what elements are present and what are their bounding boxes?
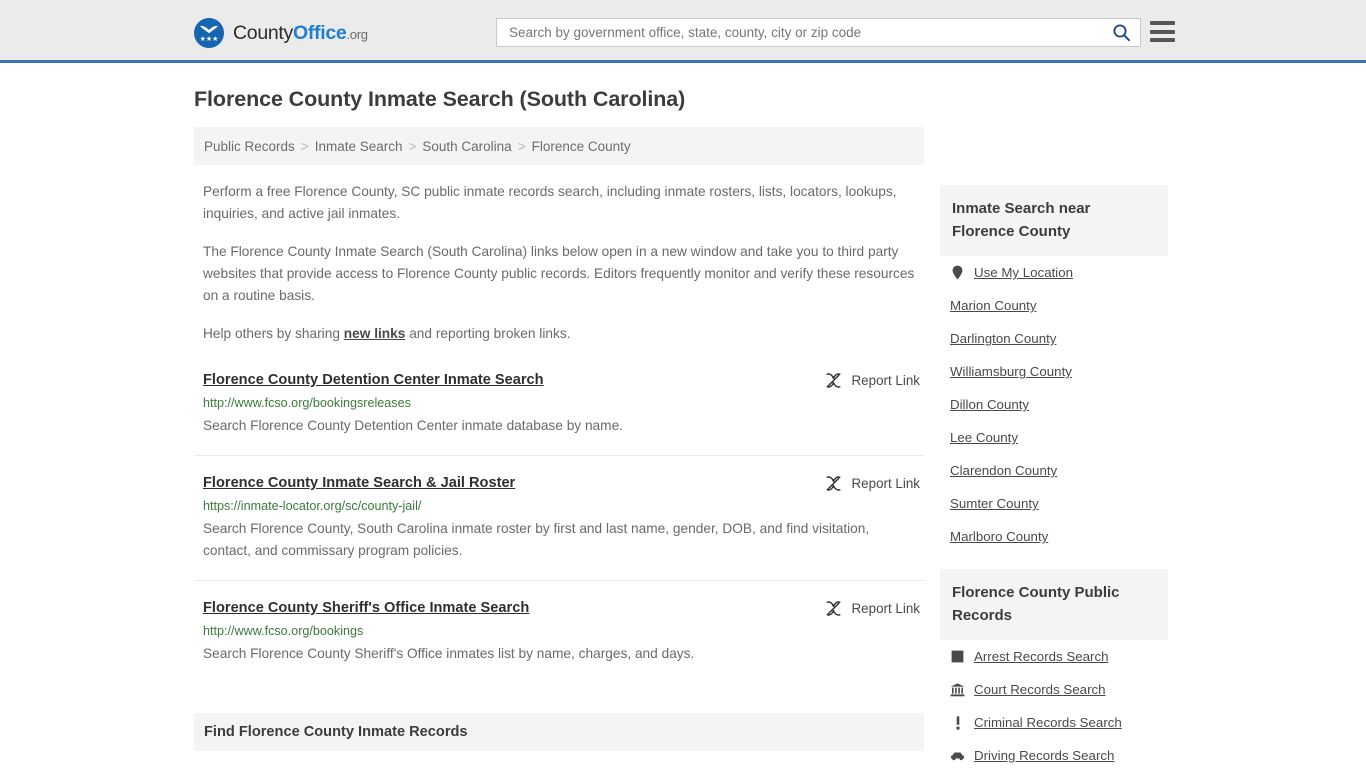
share-prefix: Help others by sharing (203, 326, 344, 341)
breadcrumb-item-south-carolina[interactable]: South Carolina (422, 139, 511, 154)
public-records-list: Arrest Records Search Court Records Sear… (940, 640, 1168, 768)
sidebar-link-label[interactable]: Dillon County (950, 397, 1029, 412)
search-input[interactable] (497, 19, 1102, 46)
result-url: http://www.fcso.org/bookingsreleases (203, 396, 411, 410)
description-paragraph: The Florence County Inmate Search (South… (203, 244, 915, 303)
countyoffice-logo-icon: ★★★ (194, 18, 224, 48)
result-description: Search Florence County Detention Center … (203, 418, 623, 433)
site-header: ★★★ CountyOffice.org (0, 0, 1366, 63)
result-title-link[interactable]: Florence County Inmate Search & Jail Ros… (203, 475, 515, 491)
breadcrumb-separator: > (408, 138, 417, 154)
result-title-link[interactable]: Florence County Detention Center Inmate … (203, 372, 544, 388)
result-description: Search Florence County, South Carolina i… (203, 521, 870, 558)
sidebar-item-criminal-records[interactable]: Criminal Records Search (940, 706, 1168, 739)
page-title: Florence County Inmate Search (South Car… (194, 87, 686, 111)
result-item: Florence County Inmate Search & Jail Ros… (194, 474, 924, 581)
share-suffix: and reporting broken links. (405, 326, 571, 341)
sidebar-link-label[interactable]: Clarendon County (950, 463, 1057, 478)
breadcrumb: Public Records > Inmate Search > South C… (194, 127, 924, 165)
courthouse-icon (950, 682, 965, 697)
result-url: https://inmate-locator.org/sc/county-jai… (203, 499, 422, 513)
breadcrumb-item-inmate-search[interactable]: Inmate Search (315, 139, 403, 154)
search-box[interactable] (496, 18, 1141, 47)
sidebar-item-marion-county[interactable]: Marion County (940, 289, 1168, 322)
report-link-button[interactable]: Report Link (825, 475, 920, 492)
result-title-link[interactable]: Florence County Sheriff's Office Inmate … (203, 600, 529, 616)
logo-text-office: Office (293, 21, 347, 44)
sidebar-link-label[interactable]: Williamsburg County (950, 364, 1072, 379)
breadcrumb-separator: > (517, 138, 526, 154)
logo-text-org: .org (346, 26, 368, 42)
sidebar-link-label[interactable]: Arrest Records Search (974, 649, 1109, 664)
main-content: Florence County Inmate Search (South Car… (194, 87, 924, 768)
sidebar: Inmate Search near Florence County Use M… (940, 185, 1168, 768)
nearby-county-list: Use My Location Marion County Darlington… (940, 256, 1168, 553)
sidebar-link-label[interactable]: Lee County (950, 430, 1018, 445)
sidebar-item-sumter-county[interactable]: Sumter County (940, 487, 1168, 520)
menu-button[interactable] (1150, 21, 1175, 42)
site-logo[interactable]: ★★★ CountyOffice.org (194, 18, 368, 48)
stars-icon: ★★★ (199, 36, 219, 43)
breadcrumb-separator: > (300, 138, 309, 154)
logo-text-county: County (233, 21, 293, 44)
sidebar-item-williamsburg-county[interactable]: Williamsburg County (940, 355, 1168, 388)
search-button[interactable] (1102, 19, 1140, 46)
sidebar-item-lee-county[interactable]: Lee County (940, 421, 1168, 454)
broken-link-icon (826, 373, 841, 388)
exclamation-icon (950, 715, 965, 730)
sidebar-item-driving-records[interactable]: Driving Records Search (940, 739, 1168, 768)
breadcrumb-item-florence-county[interactable]: Florence County (532, 139, 631, 154)
new-links-link[interactable]: new links (344, 326, 406, 341)
sidebar-link-label[interactable]: Court Records Search (974, 682, 1106, 697)
hamburger-bar (1150, 29, 1175, 34)
result-item: Florence County Detention Center Inmate … (194, 371, 924, 456)
eagle-icon (200, 25, 218, 34)
nearby-heading: Inmate Search near Florence County (940, 185, 1168, 256)
hamburger-bar (1150, 21, 1175, 25)
nearby-inmate-search-box: Inmate Search near Florence County Use M… (940, 185, 1168, 553)
sidebar-item-arrest-records[interactable]: Arrest Records Search (940, 640, 1168, 673)
fingerprint-icon (950, 649, 965, 664)
sidebar-link-label[interactable]: Sumter County (950, 496, 1039, 511)
logo-wordmark: CountyOffice.org (233, 22, 368, 45)
sidebar-link-label[interactable]: Marion County (950, 298, 1036, 313)
report-link-button[interactable]: Report Link (825, 600, 920, 617)
search-icon (1113, 24, 1130, 42)
hamburger-bar (1150, 38, 1175, 42)
sidebar-link-label[interactable]: Marlboro County (950, 529, 1048, 544)
result-url: http://www.fcso.org/bookings (203, 624, 364, 638)
intro-paragraph: Perform a free Florence County, SC publi… (203, 184, 897, 221)
map-pin-icon (950, 265, 965, 280)
share-paragraph: Help others by sharing new links and rep… (203, 323, 918, 345)
sidebar-item-court-records[interactable]: Court Records Search (940, 673, 1168, 706)
sidebar-item-darlington-county[interactable]: Darlington County (940, 322, 1168, 355)
broken-link-icon (826, 476, 841, 491)
sidebar-link-label[interactable]: Use My Location (974, 265, 1073, 280)
sidebar-link-label[interactable]: Driving Records Search (974, 748, 1114, 763)
breadcrumb-item-public-records[interactable]: Public Records (204, 139, 295, 154)
info-section-heading: Find Florence County Inmate Records (194, 713, 924, 751)
report-link-label: Report Link (851, 601, 920, 616)
report-link-label: Report Link (851, 476, 920, 491)
sidebar-link-label[interactable]: Darlington County (950, 331, 1056, 346)
car-icon (950, 748, 965, 763)
broken-link-icon (826, 601, 841, 616)
sidebar-item-clarendon-county[interactable]: Clarendon County (940, 454, 1168, 487)
public-records-box: Florence County Public Records Arrest Re… (940, 569, 1168, 768)
report-link-label: Report Link (851, 373, 920, 388)
sidebar-item-marlboro-county[interactable]: Marlboro County (940, 520, 1168, 553)
search-results-list: Florence County Detention Center Inmate … (194, 371, 924, 683)
public-records-heading: Florence County Public Records (940, 569, 1168, 640)
report-link-button[interactable]: Report Link (825, 372, 920, 389)
result-description: Search Florence County Sheriff's Office … (203, 646, 695, 661)
result-item: Florence County Sheriff's Office Inmate … (194, 599, 924, 683)
sidebar-link-label[interactable]: Criminal Records Search (974, 715, 1122, 730)
sidebar-item-use-my-location[interactable]: Use My Location (940, 256, 1168, 289)
sidebar-item-dillon-county[interactable]: Dillon County (940, 388, 1168, 421)
